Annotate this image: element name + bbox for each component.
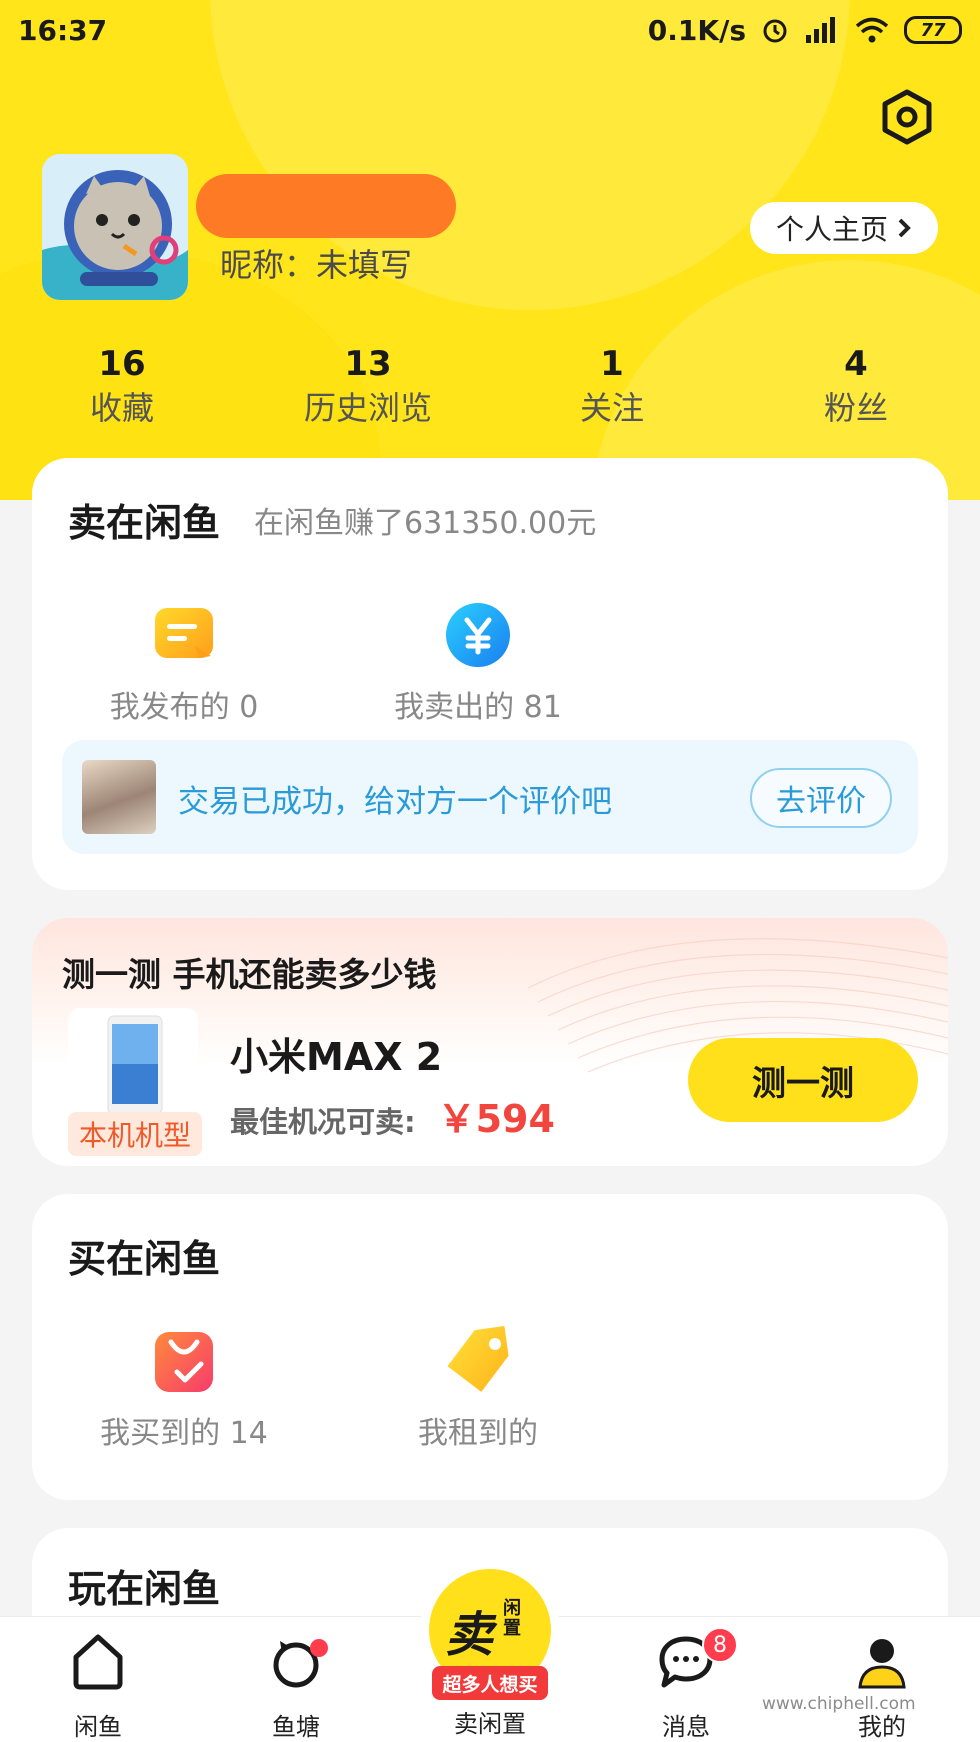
stat-value: 4 (844, 344, 868, 384)
phone-illustration (107, 1015, 163, 1115)
tab-home[interactable]: 闲鱼 (28, 1629, 168, 1742)
review-prompt-banner[interactable]: 交易已成功，给对方一个评价吧 去评价 (62, 740, 918, 854)
phone-image (68, 1008, 198, 1118)
best-price-label: 最佳机况可卖: (230, 1105, 416, 1139)
stat-label: 收藏 (89, 389, 154, 427)
stat-following[interactable]: 1 关注 (512, 342, 712, 430)
profile-stats: 16 收藏 13 历史浏览 1 关注 4 粉丝 (0, 342, 980, 432)
user-icon (850, 1629, 914, 1693)
tag-icon (443, 1325, 513, 1396)
review-prompt-text: 交易已成功，给对方一个评价吧 (178, 784, 612, 820)
sell-section-title: 卖在闲鱼 (68, 501, 221, 545)
stat-value: 16 (98, 344, 146, 384)
test-value-button[interactable]: 测一测 (688, 1038, 918, 1122)
my-sold-button[interactable]: 我卖出的 81 (378, 600, 578, 726)
publish-note-icon (149, 600, 219, 670)
signal-icon (806, 17, 835, 43)
best-price-value: ￥594 (437, 1097, 555, 1141)
shopping-bag-check-icon (149, 1326, 219, 1396)
redacted-username (196, 174, 456, 238)
cat-astronaut-avatar (42, 154, 188, 300)
valuation-title: 测一测 手机还能卖多少钱 (62, 955, 437, 994)
personal-homepage-button[interactable]: 个人主页 (750, 202, 938, 254)
settings-button[interactable] (872, 82, 942, 152)
status-indicators: 0.1K/s 77 (648, 14, 962, 47)
local-model-badge: 本机机型 (68, 1112, 202, 1156)
stat-label: 历史浏览 (303, 389, 432, 427)
pond-notification-dot (310, 1639, 328, 1657)
stat-value: 13 (344, 344, 392, 384)
phone-valuation-card: 测一测 手机还能卖多少钱 本机机型 小米MAX 2 最佳机况可卖: ￥594 测… (32, 918, 948, 1166)
yuan-coin-icon (443, 600, 513, 670)
network-speed: 0.1K/s (647, 13, 746, 47)
tab-pond[interactable]: 鱼塘 (226, 1629, 366, 1742)
stat-history[interactable]: 13 历史浏览 (268, 342, 468, 430)
stat-label: 粉丝 (823, 389, 888, 427)
buy-section-card: 买在闲鱼 我买到的 14 我租到的 (32, 1194, 948, 1500)
messages-count-badge: 8 (702, 1627, 738, 1663)
home-icon (66, 1629, 130, 1693)
my-published-button[interactable]: 我发布的 0 (84, 600, 284, 726)
stat-fans[interactable]: 4 粉丝 (756, 342, 956, 430)
tab-label: 鱼塘 (272, 1713, 320, 1741)
status-bar: 16:37 0.1K/s 77 (0, 0, 980, 60)
alarm-icon (763, 19, 787, 43)
phone-model-name: 小米MAX 2 (230, 1035, 443, 1079)
nickname-text: 昵称：未填写 (220, 246, 413, 284)
earned-amount: 在闲鱼赚了631350.00元 (254, 506, 597, 541)
battery-indicator: 77 (904, 16, 962, 44)
wifi-icon (855, 17, 889, 43)
best-price-line: 最佳机况可卖: ￥594 (230, 1088, 555, 1143)
my-bought-label: 我买到的 14 (100, 1416, 268, 1451)
go-review-button[interactable]: 去评价 (750, 768, 892, 828)
tab-mine[interactable]: 我的 (812, 1629, 952, 1742)
avatar[interactable] (42, 154, 188, 300)
status-time: 16:37 (18, 13, 108, 47)
my-published-label: 我发布的 0 (109, 690, 259, 725)
my-bought-button[interactable]: 我买到的 14 (84, 1326, 284, 1452)
my-rented-button[interactable]: 我租到的 (378, 1325, 578, 1452)
buy-section-title: 买在闲鱼 (68, 1237, 221, 1281)
settings-hex-icon (882, 89, 932, 145)
chevron-right-icon (898, 218, 911, 238)
sell-section-card: 卖在闲鱼 在闲鱼赚了631350.00元 我发布的 0 我卖出的 81 交易已成… (32, 458, 948, 890)
sell-fab-small-text: 闲置 (503, 1598, 521, 1639)
tab-label: 消息 (662, 1713, 710, 1741)
my-sold-label: 我卖出的 81 (394, 690, 562, 725)
stat-value: 1 (600, 344, 624, 384)
watermark: www.chiphell.com (762, 1694, 916, 1714)
play-section-title: 玩在闲鱼 (68, 1567, 221, 1611)
sell-fab-ribbon: 超多人想买 (432, 1666, 548, 1700)
product-thumbnail (82, 760, 156, 834)
homepage-label: 个人主页 (775, 213, 888, 246)
sell-fab-main-text: 卖 (445, 1607, 494, 1663)
stat-favorites[interactable]: 16 收藏 (22, 342, 222, 430)
my-rented-label: 我租到的 (418, 1416, 538, 1451)
tab-messages[interactable]: 8 消息 (616, 1627, 756, 1742)
tab-label: 闲鱼 (74, 1713, 122, 1741)
tab-sell-label[interactable]: 卖闲置 (420, 1704, 560, 1739)
stat-label: 关注 (579, 389, 644, 427)
